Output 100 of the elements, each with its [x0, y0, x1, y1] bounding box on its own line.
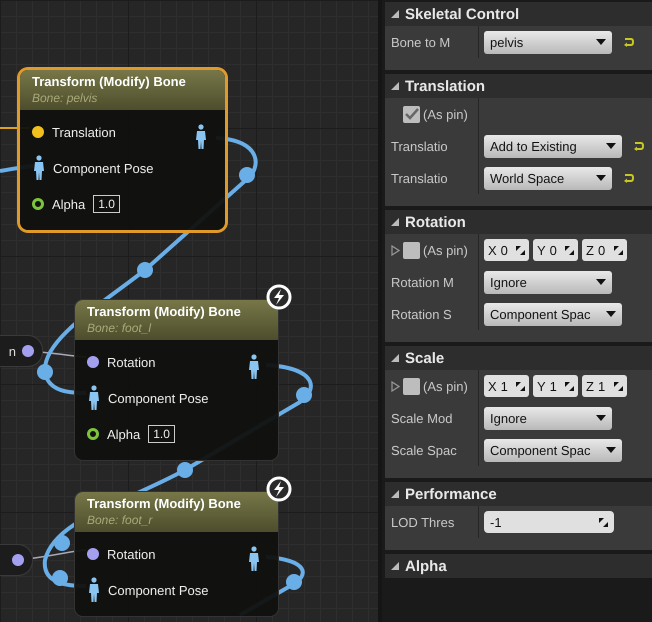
- reset-arrow-icon[interactable]: [634, 141, 644, 151]
- pin-icon[interactable]: [87, 356, 99, 368]
- pin-label: Component Pose: [108, 582, 208, 598]
- section-header[interactable]: Alpha: [385, 554, 652, 578]
- checkbox[interactable]: [403, 378, 420, 394]
- property-label: Rotation M: [391, 274, 454, 290]
- checkbox-label: (As pin): [423, 242, 468, 258]
- pin-icon[interactable]: [32, 126, 44, 138]
- caret-icon: [606, 311, 616, 317]
- wire-knot[interactable]: [286, 574, 302, 590]
- pin-label: Translation: [52, 124, 116, 140]
- spin-icon[interactable]: [614, 382, 623, 390]
- spin-icon[interactable]: [565, 382, 574, 390]
- figure-icon[interactable]: [33, 155, 45, 181]
- node-label: n: [8, 344, 16, 358]
- wire-knot[interactable]: [137, 262, 153, 278]
- dropdown[interactable]: Add to Existing: [484, 134, 622, 158]
- section-header[interactable]: Translation: [385, 74, 652, 98]
- vector-field[interactable]: X 0: [484, 239, 529, 261]
- caret-icon: [596, 279, 606, 285]
- property-label: Bone to M: [391, 34, 450, 50]
- reset-arrow-icon[interactable]: [624, 37, 634, 47]
- wire-knot[interactable]: [239, 167, 255, 183]
- wire-knot[interactable]: [52, 570, 68, 586]
- number-field[interactable]: -1: [484, 511, 614, 533]
- vector-field[interactable]: Z 1: [582, 375, 627, 397]
- caret-icon: [596, 415, 606, 421]
- figure-icon[interactable]: [248, 546, 260, 572]
- wire-knot[interactable]: [54, 535, 70, 551]
- dropdown[interactable]: Ignore: [484, 406, 612, 430]
- graph-node[interactable]: n: [0, 336, 42, 366]
- spin-icon[interactable]: [516, 246, 525, 254]
- section-title: Scale: [405, 350, 444, 366]
- node-subtitle: Bone: foot_l: [87, 321, 152, 335]
- node-title: Transform (Modify) Bone: [32, 74, 187, 89]
- section-title: Skeletal Control: [405, 6, 520, 22]
- property-label: Translatio: [391, 138, 448, 154]
- expand-arrow-icon[interactable]: [391, 380, 400, 392]
- collapse-arrow-icon[interactable]: [391, 82, 399, 90]
- dropdown[interactable]: Component Spac: [484, 302, 622, 326]
- collapse-arrow-icon[interactable]: [391, 10, 399, 18]
- caret-icon: [596, 39, 606, 45]
- pin-icon[interactable]: [87, 548, 99, 560]
- checkbox-label: (As pin): [423, 106, 468, 122]
- section-header[interactable]: Scale: [385, 346, 652, 370]
- reset-arrow-icon[interactable]: [624, 173, 634, 183]
- vector-field[interactable]: Y 0: [533, 239, 578, 261]
- graph-node[interactable]: Transform (Modify) Bone Bone: foot_r Rotation Component Pose: [75, 492, 278, 616]
- caret-icon: [596, 175, 606, 181]
- section-header[interactable]: Performance: [385, 482, 652, 506]
- dropdown[interactable]: Component Spac: [484, 438, 622, 462]
- pin-icon[interactable]: [22, 345, 34, 357]
- pin-icon[interactable]: [87, 428, 99, 440]
- property-label: LOD Thres: [391, 514, 454, 530]
- wire-knot[interactable]: [177, 462, 193, 478]
- spin-icon[interactable]: [614, 246, 623, 254]
- node-subtitle: Bone: pelvis: [32, 91, 98, 105]
- figure-icon[interactable]: [195, 124, 207, 150]
- caret-icon: [606, 447, 616, 453]
- figure-icon[interactable]: [88, 577, 100, 603]
- node-title: Transform (Modify) Bone: [87, 304, 242, 319]
- collapse-arrow-icon[interactable]: [391, 218, 399, 226]
- figure-icon[interactable]: [248, 354, 260, 380]
- figure-icon[interactable]: [88, 385, 100, 411]
- property-label: Translatio: [391, 170, 448, 186]
- expand-arrow-icon[interactable]: [391, 244, 400, 256]
- vector-field[interactable]: X 1: [484, 375, 529, 397]
- value-field[interactable]: 1.0: [93, 195, 120, 213]
- node-subtitle: Bone: foot_r: [87, 513, 154, 527]
- graph-node[interactable]: Transform (Modify) Bone Bone: pelvis Translation Component Pose Alpha 1.0: [20, 70, 225, 230]
- dropdown[interactable]: Ignore: [484, 270, 612, 294]
- collapse-arrow-icon[interactable]: [391, 354, 399, 362]
- pin-icon[interactable]: [32, 198, 44, 210]
- wire-knot[interactable]: [296, 387, 312, 403]
- vector-field[interactable]: Z 0: [582, 239, 627, 261]
- dropdown[interactable]: World Space: [484, 166, 612, 190]
- collapse-arrow-icon[interactable]: [391, 490, 399, 498]
- wire-knot[interactable]: [37, 364, 53, 380]
- pin-label: Rotation: [107, 354, 156, 370]
- vector-field[interactable]: Y 1: [533, 375, 578, 397]
- collapse-arrow-icon[interactable]: [391, 562, 399, 570]
- section-title: Alpha: [405, 558, 447, 574]
- property-label: Scale Mod: [391, 410, 452, 426]
- value-field[interactable]: 1.0: [148, 425, 175, 443]
- pin-label: Component Pose: [108, 390, 208, 406]
- spin-icon[interactable]: [599, 518, 608, 526]
- property-label: Rotation S: [391, 306, 452, 322]
- pin-icon[interactable]: [12, 554, 24, 566]
- dropdown[interactable]: pelvis: [484, 30, 612, 54]
- graph-node[interactable]: Transform (Modify) Bone Bone: foot_l Rotation Component Pose Alpha 1.0: [75, 300, 278, 460]
- section-title: Rotation: [405, 214, 466, 230]
- section-header[interactable]: Rotation: [385, 210, 652, 234]
- section-header[interactable]: Skeletal Control: [385, 2, 652, 26]
- section-title: Performance: [405, 486, 497, 502]
- spin-icon[interactable]: [565, 246, 574, 254]
- node-title: Transform (Modify) Bone: [87, 496, 242, 511]
- pin-label: Component Pose: [53, 160, 154, 176]
- spin-icon[interactable]: [516, 382, 525, 390]
- checkbox[interactable]: [403, 106, 420, 122]
- checkbox[interactable]: [403, 242, 420, 258]
